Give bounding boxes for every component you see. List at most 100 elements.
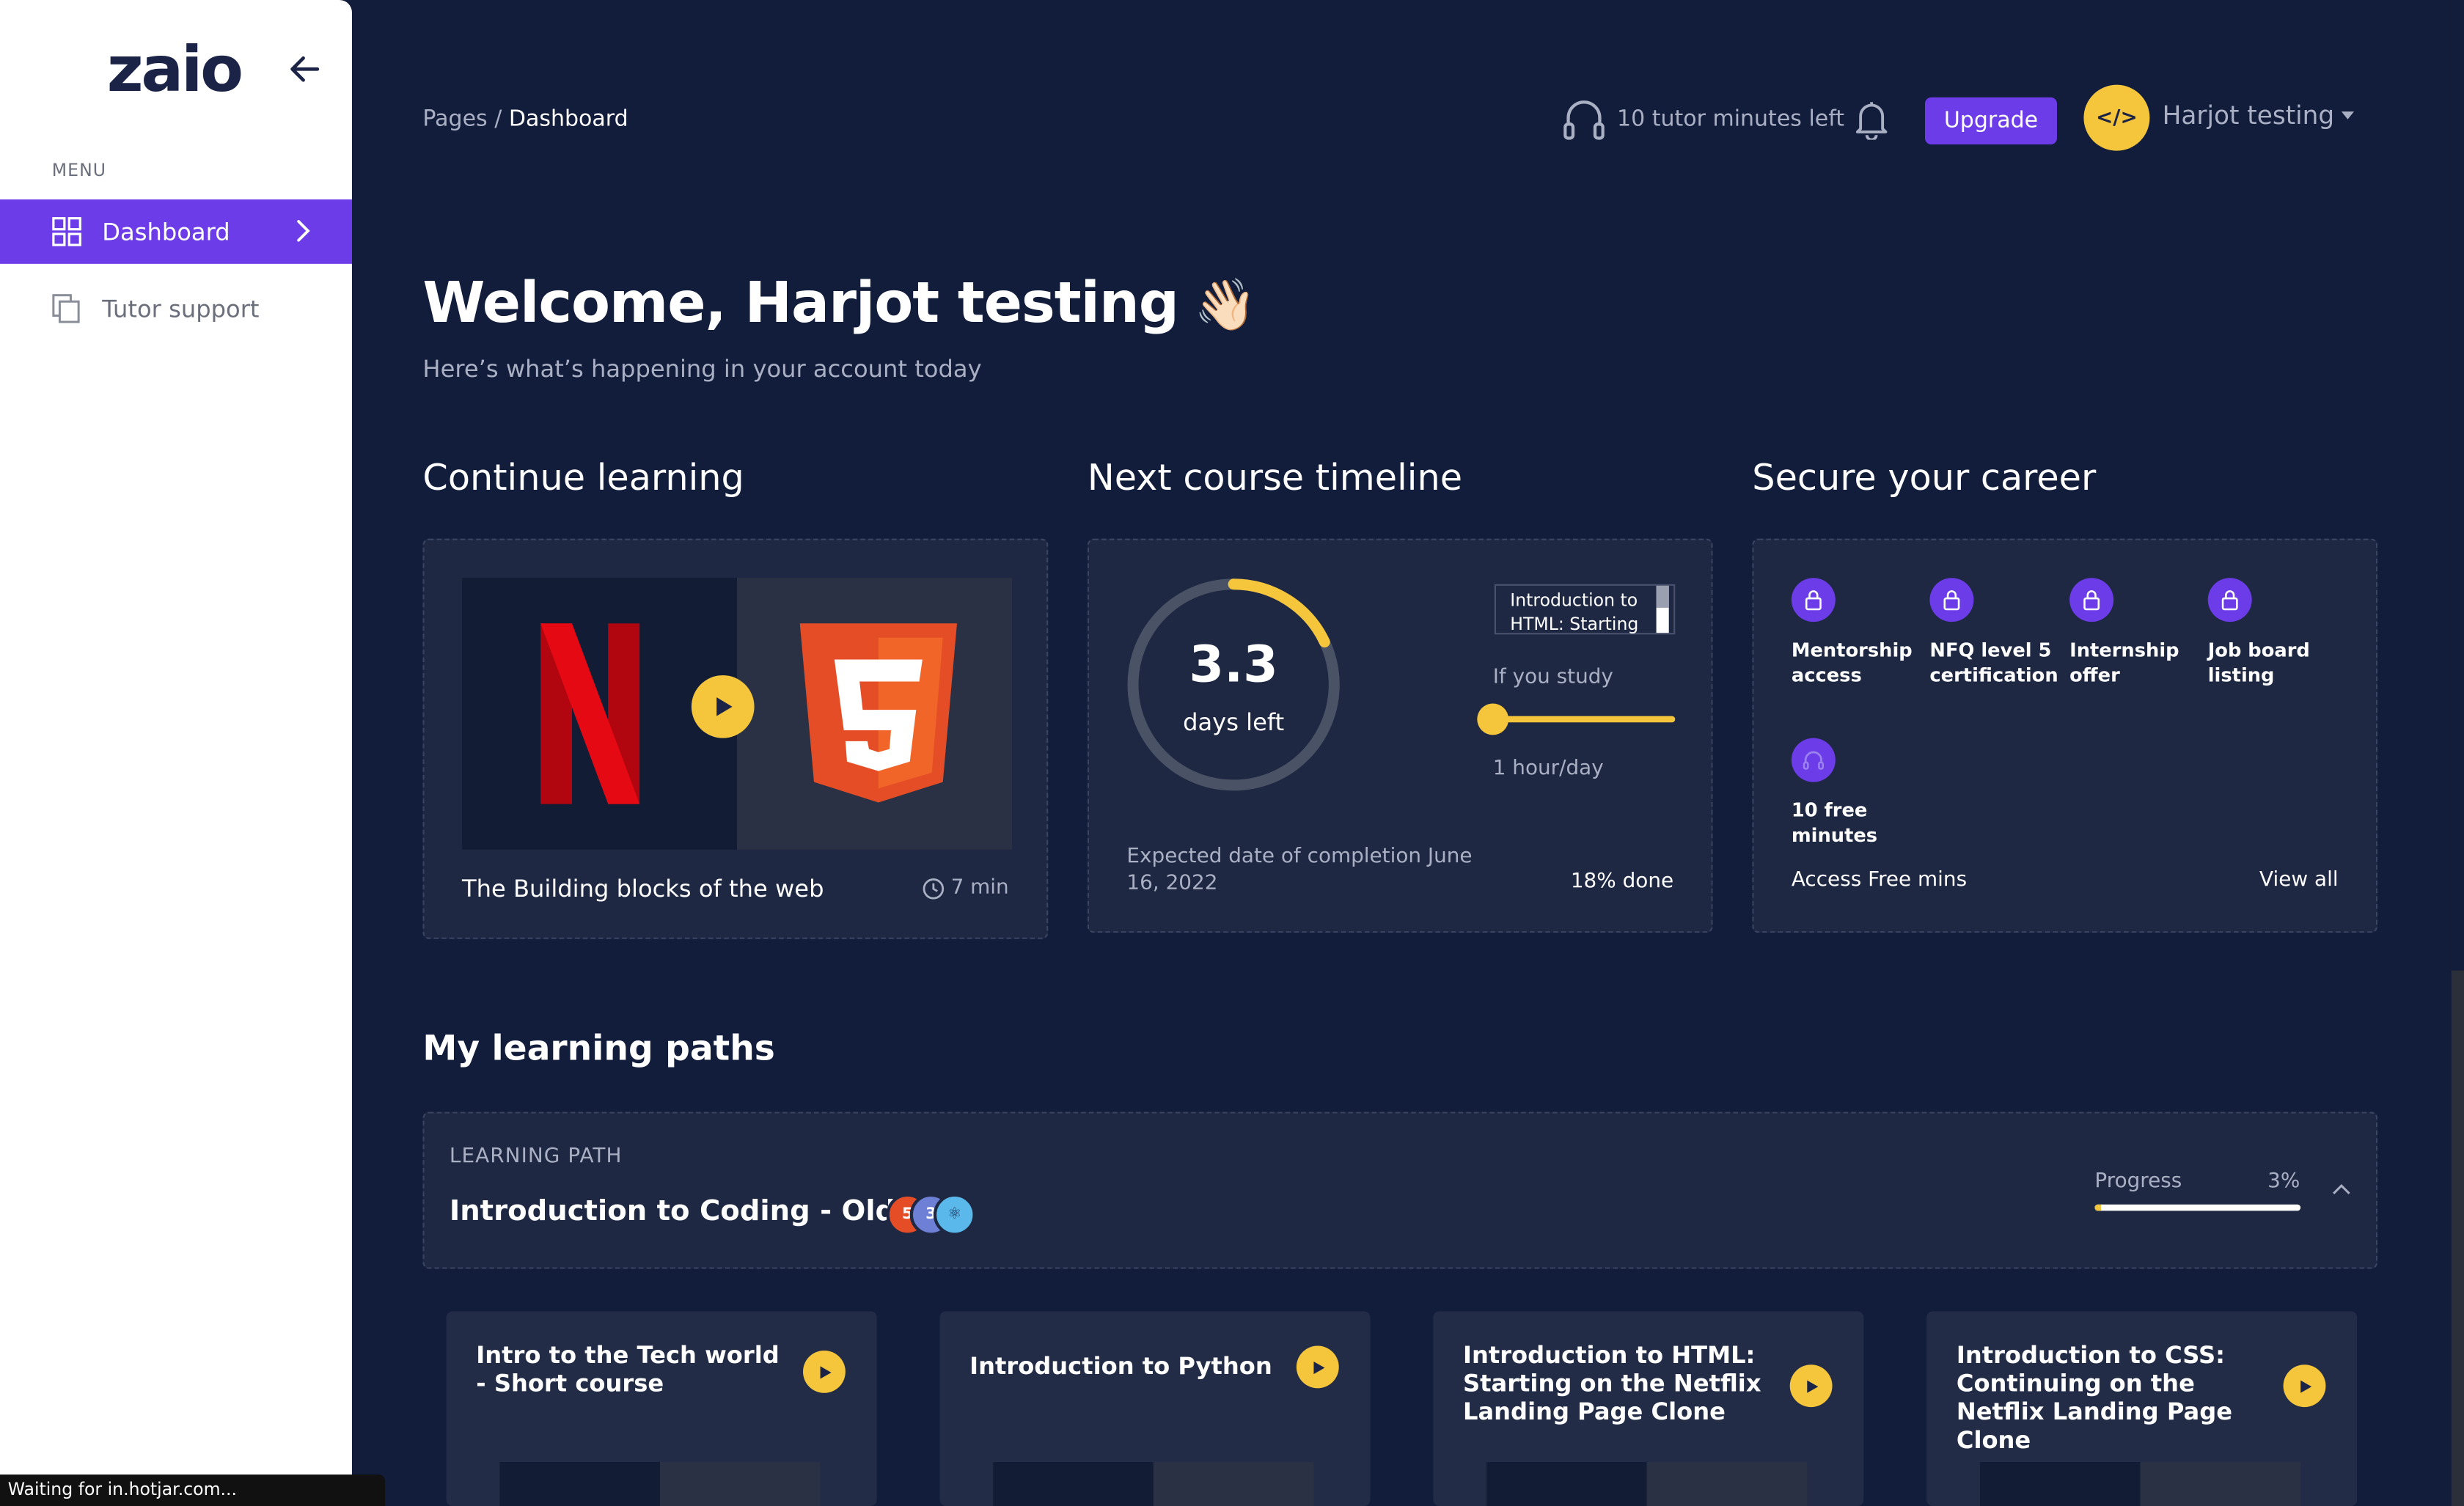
sidebar-item-tutor-support[interactable]: Tutor support — [0, 276, 352, 341]
lock-icon — [1791, 578, 1836, 622]
bell-icon[interactable] — [1855, 99, 1889, 140]
headphones-icon — [1563, 100, 1605, 140]
progress-value: 3% — [2267, 1169, 2300, 1194]
course-card-thumbnail — [1486, 1462, 1808, 1506]
progress-label: Progress — [2094, 1169, 2182, 1194]
days-left-label: days left — [1183, 708, 1285, 737]
course-card-title: Introduction to HTML: Starting on the Ne… — [1462, 1341, 1761, 1426]
back-arrow-icon[interactable] — [287, 52, 322, 87]
breadcrumb: Pages / Dashboard — [422, 107, 628, 132]
duration-label: 7 min — [950, 876, 1009, 900]
page-scrollbar-thumb[interactable] — [2451, 0, 2464, 971]
career-heading: Secure your career — [1752, 458, 2097, 500]
days-left-value: 3.3 — [1189, 634, 1278, 694]
perk-label: Job board listing — [2207, 639, 2310, 686]
play-icon — [2300, 1379, 2311, 1392]
learning-path-title: Introduction to Coding - Old — [449, 1194, 896, 1228]
grid-icon — [52, 217, 81, 246]
username: Harjot testing — [2162, 100, 2335, 131]
progress-bar — [2094, 1204, 2301, 1211]
play-button[interactable] — [2283, 1364, 2326, 1408]
continue-learning-card[interactable]: The Building blocks of the web 7 min — [422, 538, 1049, 939]
lock-icon — [2207, 578, 2252, 622]
access-free-mins-link[interactable]: Access Free mins — [1792, 868, 1967, 892]
html5-logo-panel — [736, 578, 1012, 850]
study-hours-label: 1 hour/day — [1492, 757, 1604, 781]
learning-path-card[interactable]: LEARNING PATH Introduction to Coding - O… — [422, 1112, 2378, 1269]
react-icon: ⚛ — [933, 1193, 976, 1236]
breadcrumb-separator: / — [487, 106, 509, 132]
play-button[interactable] — [1296, 1345, 1339, 1389]
headphones-icon — [1791, 738, 1836, 782]
course-card-thumbnail — [1980, 1462, 2301, 1506]
zaio-logo[interactable]: zaio — [107, 34, 243, 107]
html5-logo-icon — [799, 623, 957, 803]
study-hours-slider[interactable] — [1492, 716, 1676, 723]
user-menu[interactable]: Harjot testing — [2163, 100, 2355, 131]
play-icon — [1313, 1360, 1324, 1374]
copy-icon — [52, 294, 80, 323]
chevron-up-icon[interactable] — [2331, 1181, 2353, 1197]
timeline-card: 3.3 days left Introduction to HTML: Star… — [1087, 538, 1713, 933]
perk-label: Internship offer — [2069, 639, 2179, 686]
breadcrumb-current: Dashboard — [508, 106, 628, 132]
course-card-thumbnail — [499, 1462, 821, 1506]
course-card-title: Intro to the Tech world - Short course — [476, 1341, 780, 1398]
perk-free-minutes[interactable]: 10 free minutes — [1791, 738, 1933, 848]
course-card[interactable]: Introduction to CSS: Continuing on the N… — [1926, 1311, 2358, 1506]
clock-icon — [923, 877, 945, 899]
play-button[interactable] — [691, 675, 755, 738]
browser-status-bar: Waiting for in.hotjar.com... — [0, 1474, 385, 1506]
page-scrollbar[interactable] — [2451, 0, 2464, 1506]
perk-label: Mentorship access — [1791, 639, 1913, 686]
percent-done: 18% done — [1570, 870, 1674, 894]
avatar[interactable]: </> — [2083, 84, 2150, 151]
lock-icon — [1929, 578, 1974, 622]
perk-mentorship[interactable]: Mentorship access — [1791, 578, 1933, 688]
learning-paths-heading: My learning paths — [422, 1030, 775, 1070]
course-card[interactable]: Intro to the Tech world - Short course — [446, 1311, 877, 1506]
continue-learning-heading: Continue learning — [422, 458, 744, 500]
upgrade-button[interactable]: Upgrade — [1925, 97, 2057, 145]
course-card[interactable]: Introduction to Python — [939, 1311, 1371, 1506]
course-duration: 7 min — [923, 876, 1009, 900]
play-button[interactable] — [803, 1350, 846, 1393]
career-card: Mentorship access NFQ level 5 certificat… — [1752, 538, 2378, 933]
breadcrumb-root[interactable]: Pages — [422, 107, 487, 132]
course-card-thumbnail — [993, 1462, 1314, 1506]
tutor-minutes[interactable]: 10 tutor minutes left — [1563, 98, 1844, 142]
expected-completion: Expected date of completion June 16, 202… — [1126, 845, 1473, 895]
chevron-right-icon — [297, 220, 310, 242]
study-label: If you study — [1492, 666, 1613, 690]
perk-job-board[interactable]: Job board listing — [2207, 578, 2350, 688]
course-tooltip: Introduction to HTML: Starting — [1494, 584, 1676, 635]
play-button[interactable] — [1789, 1364, 1833, 1408]
menu-label: MENU — [51, 160, 107, 181]
course-card-title: Introduction to CSS: Continuing on the N… — [1956, 1341, 2233, 1455]
tech-stack-icons: 5 3 ⚛ — [886, 1193, 976, 1236]
page-title: Welcome, Harjot testing 👋🏻 — [422, 271, 1256, 337]
course-thumbnail[interactable] — [462, 578, 1012, 850]
sidebar: zaio MENU Dashboard Tutor support — [0, 0, 352, 1506]
welcome-title: Welcome, Harjot testing — [422, 271, 1179, 337]
perk-nfq-certification[interactable]: NFQ level 5 certification — [1929, 578, 2071, 688]
perk-internship[interactable]: Internship offer — [2069, 578, 2211, 688]
progress-bar-fill — [2094, 1204, 2101, 1211]
lock-icon — [2069, 578, 2114, 622]
course-card[interactable]: Introduction to HTML: Starting on the Ne… — [1433, 1311, 1864, 1506]
sidebar-item-label: Tutor support — [102, 294, 260, 323]
play-icon — [819, 1365, 831, 1378]
course-title[interactable]: The Building blocks of the web — [462, 875, 824, 903]
tooltip-text: Introduction to HTML: Starting — [1510, 590, 1639, 635]
tooltip-scrollbar-thumb[interactable] — [1656, 585, 1669, 608]
play-icon — [716, 697, 733, 716]
study-hours-slider-thumb[interactable] — [1477, 703, 1509, 735]
caret-down-icon — [2342, 111, 2355, 120]
perk-label: 10 free minutes — [1791, 799, 1878, 847]
play-icon — [1806, 1379, 1818, 1392]
learning-path-kicker: LEARNING PATH — [449, 1145, 623, 1169]
view-all-link[interactable]: View all — [2259, 868, 2339, 892]
sidebar-item-dashboard[interactable]: Dashboard — [0, 199, 352, 264]
tutor-minutes-label: 10 tutor minutes left — [1617, 106, 1845, 132]
timeline-heading: Next course timeline — [1087, 458, 1463, 500]
